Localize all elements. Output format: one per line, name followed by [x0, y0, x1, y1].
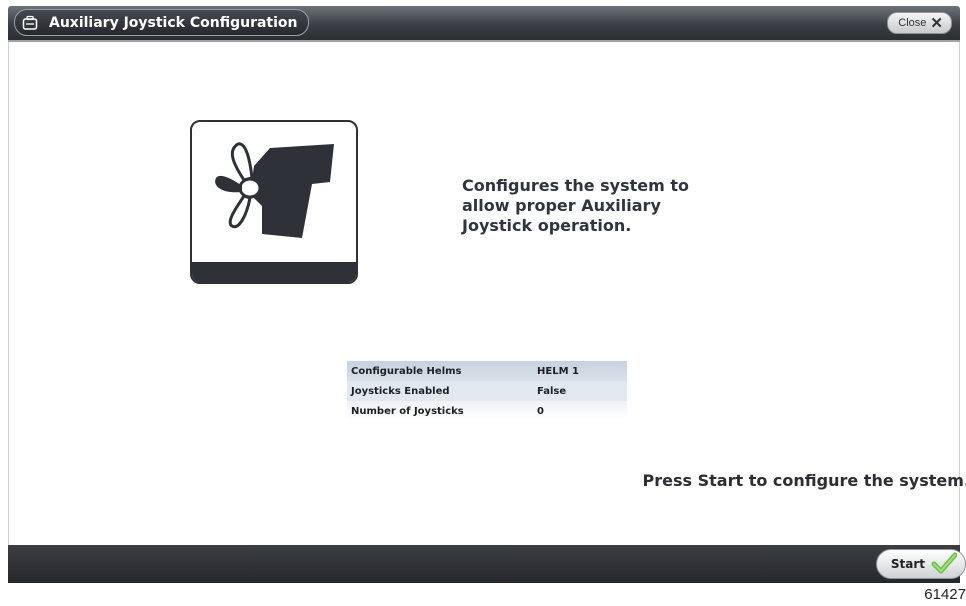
start-prompt: Press Start to configure the system. [642, 471, 966, 490]
figure-number: 61427 [924, 586, 966, 603]
table-row: Joysticks Enabled False [347, 381, 627, 401]
window-title: Auxiliary Joystick Configuration [14, 9, 309, 36]
setting-label: Joysticks Enabled [347, 381, 533, 401]
checkmark-icon [931, 552, 958, 577]
close-button[interactable]: Close ✕ [887, 12, 952, 34]
footer-bar: Start [8, 545, 966, 583]
start-label: Start [890, 557, 925, 571]
setting-label: Number of Joysticks [347, 401, 533, 421]
setting-value: False [533, 381, 627, 401]
illustration-base [192, 262, 356, 282]
settings-table: Configurable Helms HELM 1 Joysticks Enab… [347, 361, 627, 421]
setting-value: HELM 1 [533, 361, 627, 381]
propeller-outdrive-icon [215, 142, 334, 238]
description-text: Configures the system to allow proper Au… [462, 176, 689, 235]
illustration-card [190, 120, 358, 284]
title-bar: Auxiliary Joystick Configuration Close ✕ [8, 6, 960, 40]
close-label: Close [898, 17, 927, 29]
setting-label: Configurable Helms [347, 361, 533, 381]
content-panel [8, 42, 960, 545]
helm-icon [21, 14, 39, 32]
setting-value: 0 [533, 401, 627, 421]
table-row: Number of Joysticks 0 [347, 401, 627, 421]
window-title-text: Auxiliary Joystick Configuration [49, 14, 298, 31]
start-button[interactable]: Start [875, 549, 966, 579]
table-row: Configurable Helms HELM 1 [347, 361, 627, 381]
close-icon: ✕ [930, 14, 943, 32]
